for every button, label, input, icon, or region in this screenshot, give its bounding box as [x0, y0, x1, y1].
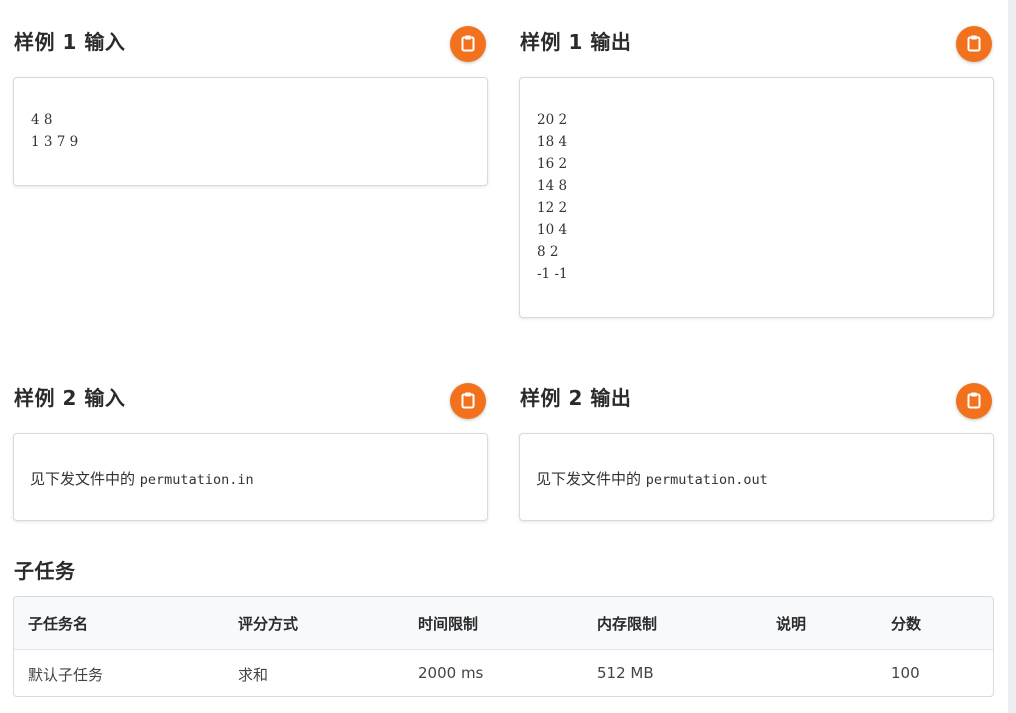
sample-1-input: 样例 1 输入 4 8 1 3 7 9 [13, 26, 488, 186]
table-row: 默认子任务 求和 2000 ms 512 MB 100 [14, 650, 993, 696]
code-line: 16 2 [537, 156, 568, 172]
sample-1-output: 样例 1 输出 20 2 18 4 16 2 14 8 12 2 10 4 8 … [519, 26, 994, 318]
clipboard-icon [461, 35, 475, 52]
header-score: 分数 [891, 615, 922, 633]
sample-title: 样例 2 输入 [14, 386, 126, 410]
code-line: 12 2 [537, 200, 568, 216]
header-scoring: 评分方式 [238, 615, 299, 633]
sample-title: 样例 1 输入 [14, 30, 126, 54]
code-line: -1 -1 [537, 266, 568, 282]
code-line: 4 8 [31, 112, 53, 128]
scrollbar-track[interactable] [1008, 0, 1016, 713]
sample-note: 见下发文件中的 [30, 470, 136, 488]
code-line: 10 4 [537, 222, 568, 238]
sample-title: 样例 1 输出 [520, 30, 632, 54]
code-line: 14 8 [537, 178, 568, 194]
code-line: 20 2 [537, 112, 568, 128]
header-subtask-name: 子任务名 [28, 615, 89, 633]
table-header: 子任务名 评分方式 时间限制 内存限制 说明 分数 [14, 597, 993, 650]
cell-memory-limit: 512 MB [597, 664, 654, 682]
sample-note: 见下发文件中的 [536, 470, 642, 488]
sample-2-output: 样例 2 输出 见下发文件中的 permutation.out [519, 382, 994, 521]
code-box[interactable]: 20 2 18 4 16 2 14 8 12 2 10 4 8 2 -1 -1 [519, 77, 994, 318]
code-line: 8 2 [537, 244, 559, 260]
copy-button[interactable] [450, 26, 486, 62]
code-box[interactable]: 见下发文件中的 permutation.in [13, 433, 488, 521]
code-box[interactable]: 见下发文件中的 permutation.out [519, 433, 994, 521]
subtask-table: 子任务名 评分方式 时间限制 内存限制 说明 分数 默认子任务 求和 2000 … [13, 596, 994, 697]
sample-2-input: 样例 2 输入 见下发文件中的 permutation.in [13, 382, 488, 521]
sample-title: 样例 2 输出 [520, 386, 632, 410]
code-line: 1 3 7 9 [31, 134, 79, 150]
header-memory-limit: 内存限制 [597, 615, 658, 633]
copy-button[interactable] [450, 383, 486, 419]
code-box[interactable]: 4 8 1 3 7 9 [13, 77, 488, 186]
header-description: 说明 [776, 615, 807, 633]
code-line: 18 4 [537, 134, 568, 150]
subtasks-title: 子任务 [14, 559, 76, 583]
copy-button[interactable] [956, 26, 992, 62]
clipboard-icon [461, 392, 475, 409]
copy-button[interactable] [956, 383, 992, 419]
header-time-limit: 时间限制 [418, 615, 479, 633]
file-name: permutation.in [139, 472, 254, 488]
cell-time-limit: 2000 ms [418, 664, 484, 682]
file-name: permutation.out [645, 472, 768, 488]
cell-score: 100 [891, 664, 920, 682]
cell-scoring: 求和 [238, 666, 269, 684]
cell-subtask-name: 默认子任务 [28, 666, 104, 684]
clipboard-icon [967, 35, 981, 52]
clipboard-icon [967, 392, 981, 409]
